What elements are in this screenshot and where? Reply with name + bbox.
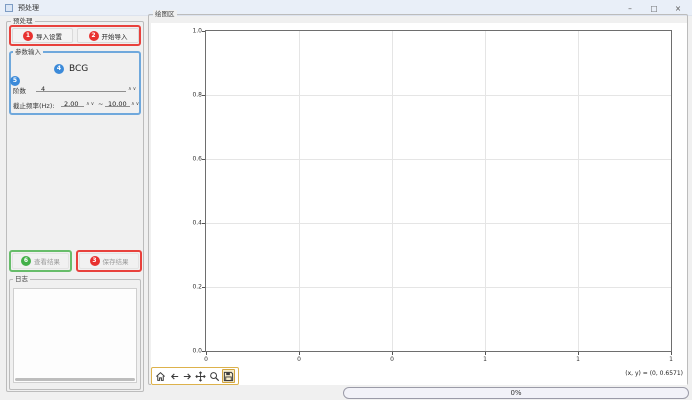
start-import-label: 开始导入 — [102, 31, 128, 41]
x-tick-label: 1 — [669, 356, 673, 363]
forward-icon[interactable] — [182, 369, 193, 383]
cutoff-high-value[interactable]: 10.00 — [108, 100, 127, 108]
import-settings-label: 导入设置 — [36, 31, 62, 41]
gridline-vertical — [485, 31, 486, 351]
step-badge-2: 2 — [89, 31, 99, 41]
gridline-vertical — [299, 31, 300, 351]
param-input-group-label: 参数输入 — [13, 48, 43, 56]
gridline-horizontal — [206, 159, 671, 160]
step-badge-1: 1 — [23, 31, 33, 41]
home-icon[interactable] — [155, 369, 166, 383]
progress-label: 0% — [510, 389, 521, 397]
save-result-label: 保存结果 — [103, 256, 129, 266]
y-tick-label: 0.8 — [184, 92, 202, 99]
signal-type-value[interactable]: BCG — [69, 64, 88, 74]
x-tick-mark — [671, 352, 672, 355]
log-group-label: 日志 — [13, 275, 30, 283]
plot-group-label: 绘图区 — [153, 10, 177, 18]
step-badge-4: 4 — [54, 64, 64, 74]
order-label: 阶数 — [13, 85, 26, 95]
x-tick-label: 0 — [204, 356, 208, 363]
x-tick-mark — [485, 352, 486, 355]
gridline-vertical — [578, 31, 579, 351]
cutoff-label: 截止频率(Hz): — [13, 100, 55, 110]
log-hscrollbar[interactable] — [15, 378, 135, 381]
step-badge-6: 6 — [21, 256, 31, 266]
y-tick-label: 0.6 — [184, 156, 202, 163]
x-tick-mark — [206, 352, 207, 355]
preprocess-group-label: 预处理 — [11, 17, 35, 25]
window-title: 预处理 — [18, 3, 39, 13]
x-tick-label: 1 — [576, 356, 580, 363]
x-tick-mark — [299, 352, 300, 355]
order-spinbox[interactable] — [36, 82, 126, 92]
y-tick-label: 1.0 — [184, 28, 202, 35]
order-value[interactable]: 4 — [41, 85, 45, 93]
progress-bar: 0% — [343, 387, 689, 399]
y-tick-mark — [202, 95, 205, 96]
step-badge-3: 3 — [90, 256, 100, 266]
order-spin-arrows-icon[interactable]: ∧∨ — [128, 86, 137, 92]
cursor-coords-readout: (x, y) = (0, 0.6571) — [625, 370, 683, 377]
y-tick-label: 0.2 — [184, 284, 202, 291]
cutoff-low-value[interactable]: 2.00 — [64, 100, 78, 108]
plot-toolbar — [151, 367, 239, 385]
y-tick-mark — [202, 159, 205, 160]
view-result-label: 查看结果 — [34, 256, 60, 266]
y-tick-mark — [202, 287, 205, 288]
y-tick-label: 0.4 — [184, 220, 202, 227]
x-tick-mark — [392, 352, 393, 355]
x-tick-label: 0 — [390, 356, 394, 363]
y-tick-mark — [202, 31, 205, 32]
gridline-horizontal — [206, 287, 671, 288]
start-import-button[interactable]: 2 开始导入 — [77, 28, 139, 43]
pan-icon[interactable] — [195, 369, 206, 383]
log-textarea[interactable] — [13, 288, 137, 383]
app-icon — [5, 4, 13, 12]
gridline-vertical — [392, 31, 393, 351]
save-result-button[interactable]: 3 保存结果 — [79, 253, 139, 269]
cutoff-high-spin-arrows-icon[interactable]: ∧∨ — [131, 101, 140, 107]
gridline-horizontal — [206, 223, 671, 224]
save-figure-icon[interactable] — [222, 369, 235, 383]
cutoff-low-spin-arrows-icon[interactable]: ∧∨ — [86, 101, 95, 107]
back-icon[interactable] — [168, 369, 179, 383]
y-tick-label: 0.0 — [184, 348, 202, 355]
gridline-horizontal — [206, 95, 671, 96]
import-settings-button[interactable]: 1 导入设置 — [12, 28, 73, 43]
x-tick-label: 0 — [297, 356, 301, 363]
y-tick-mark — [202, 351, 205, 352]
plot-area[interactable]: 0001111.00.80.60.40.20.0 — [205, 30, 672, 352]
y-tick-mark — [202, 223, 205, 224]
x-tick-mark — [578, 352, 579, 355]
cutoff-tilde: ~ — [98, 100, 103, 108]
zoom-icon[interactable] — [209, 369, 220, 383]
x-tick-label: 1 — [483, 356, 487, 363]
view-result-button[interactable]: 6 查看结果 — [12, 253, 69, 269]
